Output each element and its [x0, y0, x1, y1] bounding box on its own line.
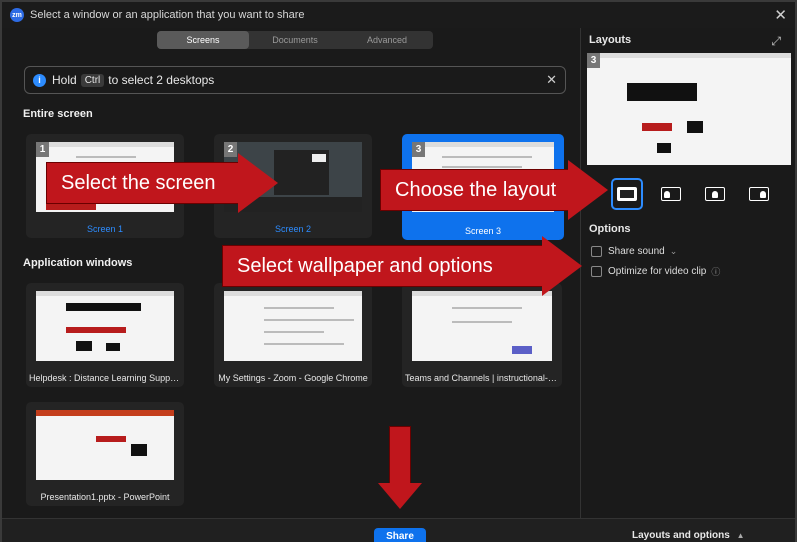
layouts-and-options-toggle[interactable]: Layouts and options ▲	[632, 530, 744, 541]
screen-3-label: Screen 3	[464, 226, 502, 236]
layouts-and-options-label: Layouts and options	[632, 530, 730, 541]
app-window-label: Presentation1.pptx - PowerPoint	[40, 492, 170, 502]
callout-select-wallpaper-box: Select wallpaper and options	[222, 245, 544, 287]
screen-2-label: Screen 2	[274, 224, 312, 234]
layout-preview: 3	[587, 53, 791, 165]
picture-in-picture-icon	[661, 187, 681, 201]
app-window-label: Helpdesk : Distance Learning Support - .…	[29, 373, 184, 383]
screen-only-icon	[617, 187, 637, 201]
title-bar: zm Select a window or an application tha…	[2, 2, 795, 28]
screen-number-badge: 2	[224, 142, 237, 157]
screen-number-badge: 1	[36, 142, 49, 157]
optimize-video-checkbox[interactable]	[591, 266, 602, 277]
chevron-down-icon[interactable]: ⌄	[670, 246, 678, 257]
app-preview	[36, 291, 174, 361]
layout-screen-only[interactable]	[611, 178, 643, 210]
share-sound-label: Share sound	[608, 246, 665, 257]
screen-number-badge: 3	[412, 142, 425, 157]
preview-number-badge: 3	[587, 53, 600, 68]
info-prefix: Hold	[52, 73, 77, 87]
share-sound-option[interactable]: Share sound ⌄	[591, 246, 677, 257]
app-window-helpdesk[interactable]: Helpdesk : Distance Learning Support - .…	[26, 283, 184, 387]
screen-1-label: Screen 1	[86, 224, 124, 234]
info-suffix: to select 2 desktops	[108, 73, 215, 87]
caret-up-icon: ▲	[736, 531, 745, 540]
app-window-label: Teams and Channels | instructional-sup..…	[405, 373, 562, 383]
ctrl-key-badge: Ctrl	[80, 73, 105, 87]
layout-picture-in-picture[interactable]	[655, 178, 687, 210]
app-preview	[36, 410, 174, 480]
presenter-right-icon	[749, 187, 769, 201]
app-preview	[412, 291, 552, 361]
side-by-side-icon	[705, 187, 725, 201]
layout-side-by-side[interactable]	[699, 178, 731, 210]
callout-choose-layout-box: Choose the layout	[380, 169, 570, 211]
share-sound-checkbox[interactable]	[591, 246, 602, 257]
layouts-heading: Layouts	[589, 34, 632, 46]
tab-advanced[interactable]: Advanced	[341, 31, 433, 49]
optimize-video-option[interactable]: Optimize for video clip ⓘ	[591, 265, 720, 278]
app-window-label: My Settings - Zoom - Google Chrome	[218, 373, 368, 383]
close-icon[interactable]: ✕	[774, 6, 787, 24]
share-button[interactable]: Share	[374, 528, 426, 542]
callout-arrow-right-icon	[568, 160, 608, 220]
expand-icon[interactable]: ⤢	[771, 34, 781, 49]
app-window-teams[interactable]: Teams and Channels | instructional-sup..…	[402, 283, 562, 387]
tab-screens[interactable]: Screens	[157, 31, 249, 49]
window-title: Select a window or an application that y…	[30, 9, 305, 21]
app-window-powerpoint[interactable]: Presentation1.pptx - PowerPoint	[26, 402, 184, 506]
callout-select-screen-box: Select the screen	[46, 162, 240, 204]
share-tabs: Screens Documents Advanced	[157, 31, 433, 49]
app-window-zoom-settings[interactable]: My Settings - Zoom - Google Chrome	[214, 283, 372, 387]
info-icon: i	[33, 73, 46, 87]
info-icon[interactable]: ⓘ	[711, 265, 720, 278]
info-banner: i Hold Ctrl to select 2 desktops ✕	[24, 66, 566, 94]
dismiss-info-icon[interactable]: ✕	[546, 72, 557, 88]
arrow-down-shaft	[389, 426, 411, 484]
callout-arrow-right-icon	[238, 153, 278, 213]
app-preview	[224, 291, 362, 361]
callout-arrow-right-icon	[542, 236, 582, 296]
layouts-panel: Layouts ⤢ 3 Options Share sound ⌄ Optimi…	[580, 28, 795, 518]
arrow-down-icon	[378, 483, 422, 509]
bottom-bar: Share Layouts and options ▲	[2, 518, 795, 542]
layout-presenter-right[interactable]	[743, 178, 775, 210]
tab-documents[interactable]: Documents	[249, 31, 341, 49]
zoom-app-icon: zm	[10, 8, 24, 22]
application-windows-heading: Application windows	[23, 257, 133, 269]
optimize-video-label: Optimize for video clip	[608, 266, 707, 277]
options-heading: Options	[589, 223, 631, 235]
entire-screen-heading: Entire screen	[23, 108, 93, 120]
layout-options-row	[611, 178, 775, 210]
